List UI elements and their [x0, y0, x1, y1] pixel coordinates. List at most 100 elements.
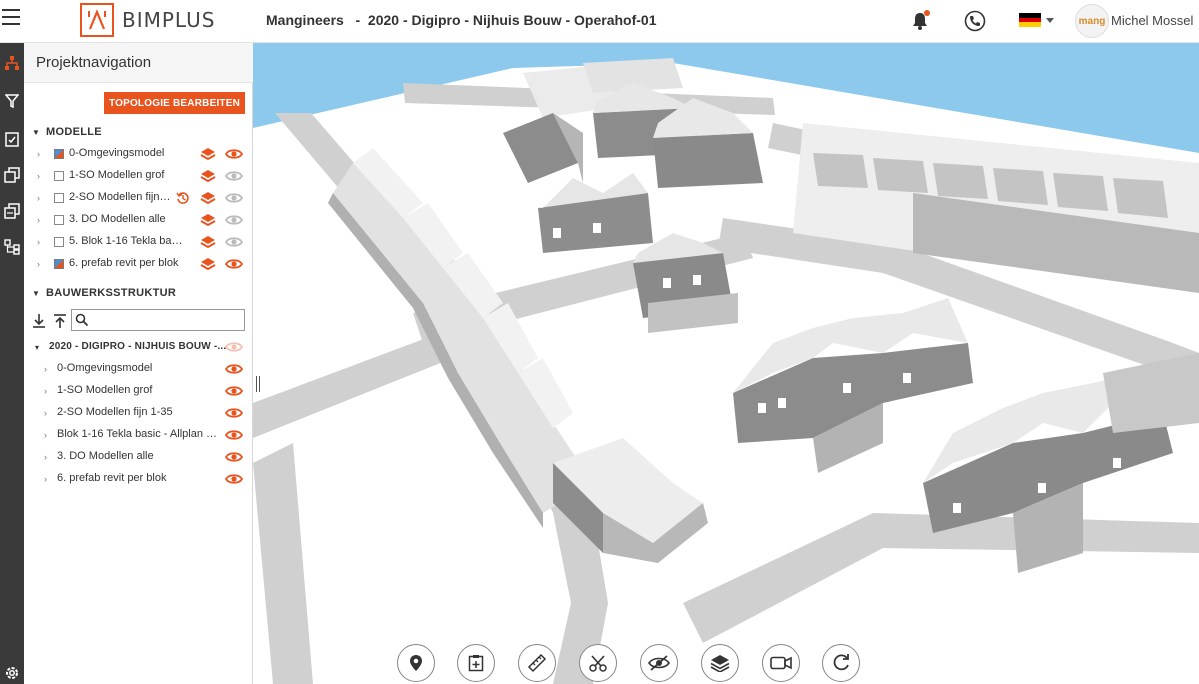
- structure-row[interactable]: › 0-Omgevingsmodel: [24, 358, 252, 380]
- edit-topology-button[interactable]: TOPOLOGIE BEARBEITEN: [104, 92, 245, 114]
- bimplus-app: BIMPLUS Mangineers - 2020 - Digipro - Ni…: [0, 0, 1199, 684]
- model-checkbox[interactable]: [54, 171, 64, 181]
- eye-icon[interactable]: [225, 341, 243, 353]
- logo-text: BIMPLUS: [122, 8, 216, 32]
- eye-icon[interactable]: [225, 236, 243, 248]
- eye-icon[interactable]: [225, 363, 243, 375]
- models-section-label: MODELLE: [46, 126, 102, 138]
- structure-row[interactable]: › 2-SO Modellen fijn 1-35: [24, 402, 252, 424]
- avatar[interactable]: mang: [1075, 4, 1109, 38]
- chevron-down-icon[interactable]: ▾: [35, 343, 39, 352]
- eye-icon[interactable]: [225, 429, 243, 441]
- eye-icon[interactable]: [225, 148, 243, 160]
- eye-icon[interactable]: [225, 170, 243, 182]
- structure-label: 6. prefab revit per blok: [57, 472, 167, 484]
- user-name[interactable]: Michel Mossel: [1111, 13, 1193, 28]
- model-row[interactable]: › 5. Blok 1-16 Tekla basic - ...: [24, 231, 252, 253]
- eye-icon[interactable]: [225, 385, 243, 397]
- eye-icon[interactable]: [225, 258, 243, 270]
- panel-resize-handle[interactable]: [256, 376, 260, 392]
- expand-all-icon[interactable]: [31, 312, 47, 330]
- project-navigation-panel: Projektnavigation TOPOLOGIE BEARBEITEN ▼…: [24, 43, 253, 684]
- menu-icon[interactable]: [2, 9, 20, 25]
- clipboard-add-icon[interactable]: [457, 644, 495, 682]
- chevron-right-icon[interactable]: ›: [44, 386, 47, 396]
- chevron-down-icon: ▼: [32, 127, 41, 137]
- model-checkbox[interactable]: [54, 193, 64, 203]
- structure-label: 1-SO Modellen grof: [57, 384, 153, 396]
- eye-icon[interactable]: [225, 407, 243, 419]
- structure-row[interactable]: › 6. prefab revit per blok: [24, 468, 252, 490]
- layers-icon[interactable]: [701, 644, 739, 682]
- layers-icon[interactable]: [200, 147, 216, 161]
- chevron-right-icon[interactable]: ›: [37, 215, 40, 225]
- language-dropdown-caret-icon[interactable]: [1046, 18, 1054, 23]
- structure-root-label: 2020 - DIGIPRO - NIJHUIS BOUW -...: [49, 341, 227, 352]
- eye-icon[interactable]: [225, 473, 243, 485]
- rotate-icon[interactable]: [822, 644, 860, 682]
- model-label: 2-SO Modellen fijn 1...: [69, 191, 173, 203]
- location-pin-icon[interactable]: [397, 644, 435, 682]
- model-checkbox[interactable]: [54, 215, 64, 225]
- structure-section-header[interactable]: ▼ BAUWERKSSTRUKTUR: [32, 287, 176, 299]
- chevron-right-icon[interactable]: ›: [44, 452, 47, 462]
- history-icon[interactable]: [176, 191, 190, 205]
- layers-icon[interactable]: [200, 213, 216, 227]
- bottom-toolbar: [0, 644, 1199, 684]
- chevron-right-icon[interactable]: ›: [44, 430, 47, 440]
- 3d-viewport[interactable]: [253, 43, 1199, 684]
- panel-title: Projektnavigation: [36, 54, 152, 71]
- models-section-header[interactable]: ▼ MODELLE: [32, 126, 102, 138]
- eye-icon[interactable]: [225, 214, 243, 226]
- eye-off-icon[interactable]: [640, 644, 678, 682]
- logo[interactable]: BIMPLUS: [80, 3, 215, 37]
- chevron-right-icon[interactable]: ›: [37, 237, 40, 247]
- scissors-icon[interactable]: [579, 644, 617, 682]
- left-rail: [0, 43, 24, 684]
- model-checkbox[interactable]: [54, 259, 64, 269]
- 3d-model-scene: [253, 43, 1199, 684]
- structure-icon[interactable]: [0, 51, 24, 75]
- chevron-right-icon[interactable]: ›: [37, 149, 40, 159]
- chevron-right-icon[interactable]: ›: [44, 408, 47, 418]
- phone-icon[interactable]: [962, 8, 988, 34]
- model-row[interactable]: › 1-SO Modellen grof: [24, 165, 252, 187]
- filter-icon[interactable]: [0, 89, 24, 113]
- layers-icon[interactable]: [200, 191, 216, 205]
- layers-icon[interactable]: [200, 169, 216, 183]
- model-row[interactable]: › 3. DO Modellen alle: [24, 209, 252, 231]
- layers-icon[interactable]: [200, 257, 216, 271]
- chevron-right-icon[interactable]: ›: [44, 474, 47, 484]
- structure-row[interactable]: › Blok 1-16 Tekla basic - Allplan exp...: [24, 424, 252, 446]
- hierarchy-icon[interactable]: [0, 235, 24, 259]
- chevron-down-icon: ▼: [32, 288, 41, 298]
- structure-row[interactable]: › 1-SO Modellen grof: [24, 380, 252, 402]
- chevron-right-icon[interactable]: ›: [37, 193, 40, 203]
- chevron-right-icon[interactable]: ›: [44, 364, 47, 374]
- chevron-right-icon[interactable]: ›: [37, 259, 40, 269]
- structure-root-row[interactable]: ▾ 2020 - DIGIPRO - NIJHUIS BOUW -...: [24, 336, 252, 358]
- search-input[interactable]: [90, 312, 240, 328]
- chevron-right-icon[interactable]: ›: [37, 171, 40, 181]
- structure-search[interactable]: [71, 309, 245, 331]
- language-flag-de[interactable]: [1019, 13, 1041, 28]
- model-row[interactable]: › 6. prefab revit per blok: [24, 253, 252, 275]
- top-bar: BIMPLUS Mangineers - 2020 - Digipro - Ni…: [0, 0, 1199, 43]
- model-row[interactable]: › 2-SO Modellen fijn 1...: [24, 187, 252, 209]
- eye-icon[interactable]: [225, 451, 243, 463]
- copy-icon[interactable]: [0, 163, 24, 187]
- model-checkbox[interactable]: [54, 149, 64, 159]
- copy-alt-icon[interactable]: [0, 199, 24, 223]
- structure-label: 3. DO Modellen alle: [57, 450, 154, 462]
- structure-row[interactable]: › 3. DO Modellen alle: [24, 446, 252, 468]
- clipboard-check-icon[interactable]: [0, 127, 24, 151]
- notifications-bell-icon[interactable]: [907, 8, 933, 34]
- video-camera-icon[interactable]: [762, 644, 800, 682]
- collapse-all-icon[interactable]: [52, 312, 68, 330]
- layers-icon[interactable]: [200, 235, 216, 249]
- eye-icon[interactable]: [225, 192, 243, 204]
- model-label: 1-SO Modellen grof: [69, 169, 165, 181]
- ruler-icon[interactable]: [518, 644, 556, 682]
- model-checkbox[interactable]: [54, 237, 64, 247]
- model-row[interactable]: › 0-Omgevingsmodel: [24, 143, 252, 165]
